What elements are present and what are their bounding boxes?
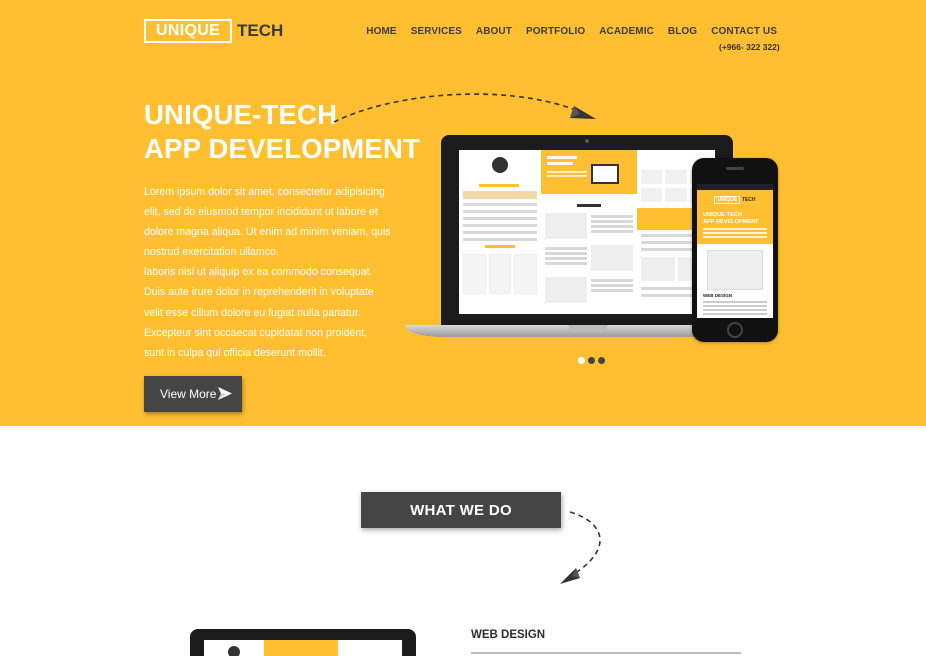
logo-boxed-text: UNIQUE [144, 19, 233, 43]
phone-speaker [726, 167, 744, 170]
nav-blog[interactable]: BLOG [668, 26, 697, 37]
paper-plane-icon [218, 387, 232, 400]
view-more-button[interactable]: View More [144, 376, 242, 412]
logo-text: TECH [237, 21, 284, 40]
phone-mockup: UNIQUE TECH UNIQUE-TECH APP DEVELOPMENT … [692, 158, 778, 342]
hero-text-line: laboris nisi ut aliquip ex ea commodo co… [144, 266, 373, 279]
hero-text-line: dolore magna aliqua. Ut enim ad minim ve… [144, 226, 391, 239]
view-more-label: View More [160, 387, 217, 401]
hero-text-line: Duis aute irure dolor in reprehenderit i… [144, 286, 374, 299]
hero-text-line: Excepteur sint occaecat cupidatat non pr… [144, 326, 368, 339]
hero-title-line2: APP DEVELOPMENT [144, 133, 421, 164]
phone-home-button [727, 322, 743, 338]
hero-description: Lorem ipsum dolor sit amet, consectetur … [144, 182, 404, 363]
screen-column [459, 150, 541, 314]
laptop-screen-small [204, 640, 402, 656]
hero-text-line: elit, sed do eiusmod tempor incididunt u… [144, 206, 378, 219]
logo[interactable]: UNIQUE TECH [144, 19, 283, 43]
nav-contact-us[interactable]: CONTACT US [711, 26, 777, 37]
phone-logo-boxed: UNIQUE [714, 196, 740, 204]
slider-dots [578, 357, 605, 364]
phone-title-line1: UNIQUE-TECH [703, 212, 742, 218]
what-we-do-heading: WHAT WE DO [361, 492, 561, 528]
phone-logo-text: TECH [741, 197, 756, 203]
hero-text-line: sunt in culpa qui officia deserunt molli… [144, 346, 326, 359]
laptop-notch [568, 325, 608, 329]
laptop-mockup-small [190, 629, 416, 656]
service-title: WEB DESIGN [471, 629, 546, 641]
phone-screen: UNIQUE TECH UNIQUE-TECH APP DEVELOPMENT … [697, 184, 773, 318]
service-description [471, 650, 771, 656]
hero-text-line: velit esse cillum dolore eu fugiat nulla… [144, 306, 361, 319]
hero-text-line: Lorem ipsum dolor sit amet, consectetur … [144, 186, 385, 198]
nav-portfolio[interactable]: PORTFOLIO [526, 26, 585, 37]
slider-dot[interactable] [588, 357, 595, 364]
nav-home[interactable]: HOME [366, 26, 396, 37]
hero-text-line: nostrud exercitation ullamco. [144, 246, 279, 259]
dashed-arrow-icon [333, 93, 596, 123]
nav-academic[interactable]: ACADEMIC [599, 26, 654, 37]
hero-section: UNIQUE TECH HOME SERVICES ABOUT PORTFOLI… [0, 0, 926, 426]
main-nav: HOME SERVICES ABOUT PORTFOLIO ACADEMIC B… [366, 26, 777, 37]
screen-column [541, 150, 637, 314]
nav-services[interactable]: SERVICES [411, 26, 462, 37]
dashed-arrow-icon [560, 511, 601, 584]
phone-section-title: WEB DESIGN [703, 293, 733, 298]
laptop-camera [585, 139, 589, 143]
contact-phone: (+966- 322 322) [719, 42, 780, 52]
laptop-screen [459, 150, 715, 314]
nav-about[interactable]: ABOUT [476, 26, 512, 37]
phone-title-line2: APP DEVELOPMENT [703, 219, 759, 225]
slider-dot[interactable] [578, 357, 585, 364]
laptop-mockup [441, 135, 733, 325]
slider-dot[interactable] [598, 357, 605, 364]
